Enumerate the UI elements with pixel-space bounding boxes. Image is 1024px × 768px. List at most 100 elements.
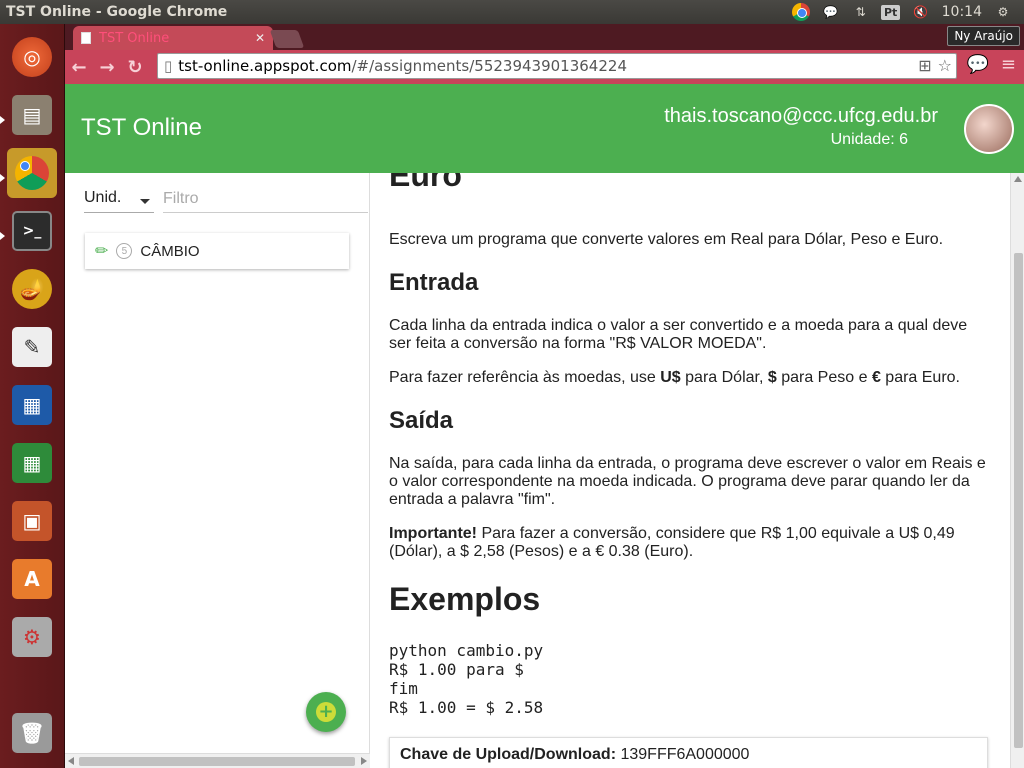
window-title: TST Online - Google Chrome [6,4,228,20]
text-segment: para Peso e [776,369,872,386]
software-center-icon: A [12,559,52,599]
entrada-paragraph-2: Para fazer referência às moedas, use U$ … [389,369,989,387]
launcher-calc[interactable]: ▦ [7,438,57,488]
text-segment: para Dólar, [680,369,768,386]
running-indicator [0,116,5,124]
profile-button[interactable]: Ny Araújo [947,26,1020,46]
translate-icon[interactable]: ⊞ [918,56,931,75]
chrome-tray-icon[interactable] [791,3,810,21]
currency-euro: € [871,369,881,386]
unit-select-value: Unid. [84,189,122,206]
reload-icon[interactable]: ↻ [121,53,149,81]
launcher-impress[interactable]: ▣ [7,496,57,546]
upload-key-box: Chave de Upload/Download: 139FFF6A000000 [389,737,988,768]
app-header: TST Online thais.toscano@ccc.ufcg.edu.br… [65,84,1024,173]
writer-icon: ▦ [12,385,52,425]
assignment-content: Euro Escreva um programa que converte va… [371,173,1024,768]
entrada-paragraph-1: Cada linha da entrada indica o valor a s… [389,317,968,352]
assignments-sidebar: Unid. ✏ 5 CÂMBIO + [65,173,370,768]
scroll-up-icon[interactable] [1014,176,1022,182]
user-unit: Unidade: 6 [830,131,908,148]
key-label: Chave de Upload/Download: [400,745,617,763]
scroll-right-icon[interactable] [361,757,367,765]
key-value[interactable]: 139FFF6A000000 [620,746,749,764]
tab-title: TST Online [99,30,170,46]
close-tab-icon[interactable]: ✕ [255,31,265,45]
volume-muted-icon[interactable]: 🔇 [912,3,930,21]
extension-chat-icon[interactable]: 💬 [966,54,988,75]
filter-input[interactable] [163,185,368,213]
launcher-chrome[interactable] [7,148,57,198]
chrome-icon [12,153,52,193]
launcher-settings[interactable]: ⚙ [7,612,57,662]
menu-icon[interactable]: ≡ [1001,54,1016,75]
spreadsheet-icon: ▦ [12,443,52,483]
launcher-genie[interactable]: 🪔 [7,264,57,314]
keyboard-layout-icon[interactable]: Pt [880,3,901,21]
unit-select[interactable]: Unid. [84,189,154,213]
horizontal-scrollbar[interactable] [65,753,370,768]
network-icon[interactable]: ⇅ [852,3,870,21]
pencil-icon: ✏ [95,243,109,260]
chevron-down-icon [140,199,150,204]
example-code: python cambio.py R$ 1.00 para $ fim R$ 1… [389,641,544,717]
scrollbar-thumb[interactable] [79,757,355,766]
address-bar[interactable]: ▯ tst-online.appspot.com/#/assignments/5… [157,53,957,79]
power-gear-icon[interactable]: ⚙ [994,3,1012,21]
lamp-icon: 🪔 [12,269,52,309]
forward-icon[interactable]: → [93,53,121,81]
system-top-bar: TST Online - Google Chrome 💬 ⇅ Pt 🔇 10:1… [0,0,1024,24]
new-tab-button[interactable] [269,30,305,48]
unit-number-badge: 5 [116,243,133,259]
settings-wrench-icon: ⚙ [12,617,52,657]
important-label: Importante! [389,525,477,542]
list-item[interactable]: ✏ 5 CÂMBIO [85,233,349,269]
launcher-files[interactable]: ▤ [7,90,57,140]
system-tray: 💬 ⇅ Pt 🔇 10:14 ⚙ [791,0,1024,24]
trash-icon: 🗑 [12,713,52,753]
launcher-dash[interactable]: ◎ [7,32,57,82]
page-favicon-icon [81,32,91,44]
tab-strip: TST Online ✕ Ny Araújo [65,24,1024,50]
scroll-left-icon[interactable] [68,757,74,765]
add-button[interactable]: + [306,692,346,732]
vertical-scrollbar[interactable] [1010,173,1024,768]
scrollbar-thumb[interactable] [1014,253,1023,748]
text-segment: Para fazer referência às moedas, use [389,369,661,386]
launcher-software-center[interactable]: A [7,554,57,604]
saida-paragraph-1: Na saída, para cada linha da entrada, o … [389,455,986,508]
terminal-icon: >_ [12,211,52,251]
text-editor-icon: ✎ [12,327,52,367]
file-cabinet-icon: ▤ [12,95,52,135]
running-indicator [0,174,5,182]
tab-tst-online[interactable]: TST Online ✕ [73,26,273,50]
browser-window: TST Online ✕ Ny Araújo ← → ↻ ▯ tst-onlin… [65,24,1024,768]
plus-icon: + [316,702,336,722]
launcher-terminal[interactable]: >_ [7,206,57,256]
currency-usd: U$ [660,369,681,386]
partial-heading: Euro [389,173,462,193]
chat-icon[interactable]: 💬 [822,3,840,21]
page-icon: ▯ [164,57,173,75]
launcher-writer[interactable]: ▦ [7,380,57,430]
back-icon[interactable]: ← [65,53,93,81]
launcher-text-editor[interactable]: ✎ [7,322,57,372]
user-email: thais.toscano@ccc.ufcg.edu.br [664,105,938,127]
app-title[interactable]: TST Online [81,114,202,142]
clock[interactable]: 10:14 [942,4,982,20]
presentation-icon: ▣ [12,501,52,541]
unity-launcher: ◎ ▤ >_ 🪔 ✎ ▦ ▦ ▣ A ⚙ 🗑 [0,24,65,768]
entrada-heading: Entrada [389,269,479,296]
currency-peso: $ [767,369,777,386]
avatar[interactable] [964,104,1014,154]
text-segment: para Euro. [880,369,960,386]
ubuntu-logo-icon: ◎ [12,37,52,77]
launcher-trash[interactable]: 🗑 [7,708,57,758]
running-indicator [0,232,5,240]
bookmark-star-icon[interactable]: ☆ [938,56,952,75]
intro-paragraph: Escreva um programa que converte valores… [389,231,944,248]
exemplos-heading: Exemplos [389,581,541,617]
assignment-title: CÂMBIO [140,242,200,260]
url-host: tst-online.appspot.com [178,57,352,75]
browser-toolbar: ← → ↻ ▯ tst-online.appspot.com/#/assignm… [65,50,1024,84]
